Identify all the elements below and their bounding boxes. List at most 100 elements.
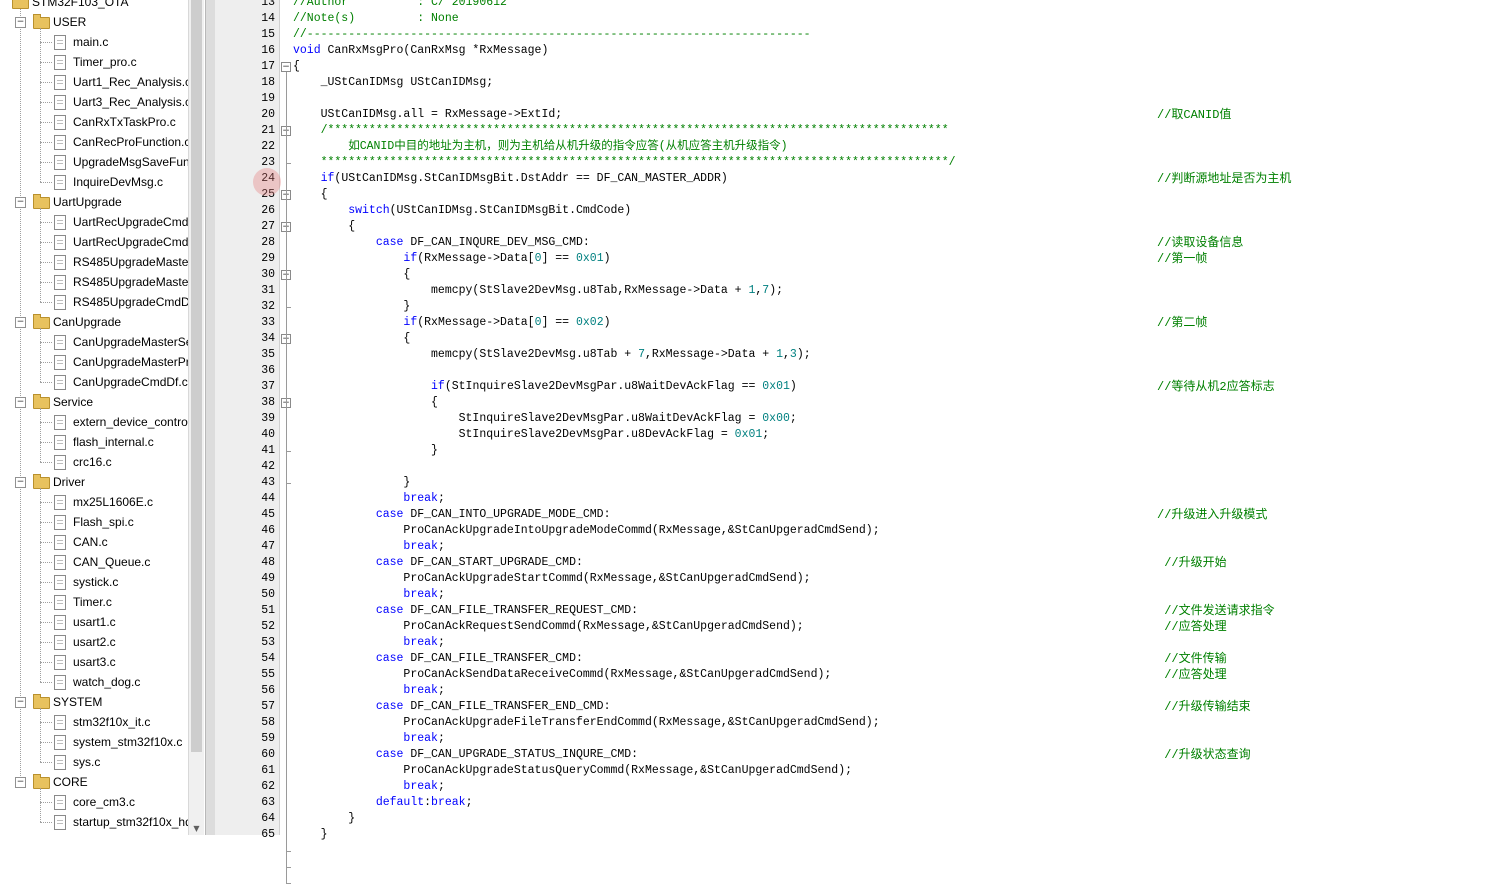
collapse-toggle-icon[interactable]: −	[15, 197, 26, 208]
tree-file-item[interactable]: Uart3_Rec_Analysis.c	[0, 92, 188, 112]
code-line[interactable]: ProCanAckSendDataReceiveCommd(RxMessage,…	[293, 667, 831, 683]
tree-file-item[interactable]: mx25L1606E.c	[0, 492, 188, 512]
tree-scrollbar-thumb[interactable]	[191, 0, 202, 752]
code-line[interactable]: //Note(s) : None	[293, 11, 459, 27]
code-line[interactable]: break;	[293, 539, 444, 555]
code-line[interactable]: case DF_CAN_INTO_UPGRADE_MODE_CMD:	[293, 507, 611, 523]
code-line[interactable]: StInquireSlave2DevMsgPar.u8WaitDevAckFla…	[293, 411, 797, 427]
code-line[interactable]: if(RxMessage->Data[0] == 0x02)	[293, 315, 610, 331]
code-line[interactable]: ProCanAckUpgradeStatusQueryCommd(RxMessa…	[293, 763, 852, 779]
tree-file-item[interactable]: systick.c	[0, 572, 188, 592]
tree-file-item[interactable]: RS485UpgradeMasterl	[0, 272, 188, 292]
tree-group-user[interactable]: − USER	[0, 12, 188, 32]
code-line[interactable]: {	[293, 267, 410, 283]
collapse-toggle-icon[interactable]: −	[15, 17, 26, 28]
collapse-toggle-icon[interactable]: −	[15, 477, 26, 488]
code-line[interactable]: {	[293, 59, 300, 75]
code-line[interactable]: memcpy(StSlave2DevMsg.u8Tab + 7,RxMessag…	[293, 347, 811, 363]
code-line[interactable]: break;	[293, 779, 444, 795]
tree-file-item[interactable]: CanRecProFunction.c	[0, 132, 188, 152]
code-line[interactable]: }	[293, 827, 328, 843]
tree-file-item[interactable]: watch_dog.c	[0, 672, 188, 692]
tree-file-item[interactable]: UartRecUpgradeCmdl	[0, 212, 188, 232]
tree-file-item[interactable]: sys.c	[0, 752, 188, 772]
collapse-toggle-icon[interactable]: −	[15, 697, 26, 708]
tree-file-item[interactable]: CAN_Queue.c	[0, 552, 188, 572]
tree-file-item[interactable]: UpgradeMsgSaveFun	[0, 152, 188, 172]
tree-file-item[interactable]: crc16.c	[0, 452, 188, 472]
code-line[interactable]: {	[293, 219, 355, 235]
code-editor[interactable]: 13 14 15 16 17 18 19 20 21 22 23 24 25 26 27 28 29 30 31 32…	[215, 0, 1512, 884]
tree-file-item[interactable]: flash_internal.c	[0, 432, 188, 452]
code-line[interactable]: break;	[293, 731, 444, 747]
code-line[interactable]: void CanRxMsgPro(CanRxMsg *RxMessage)	[293, 43, 548, 59]
tree-group-uartupgrade[interactable]: − UartUpgrade	[0, 192, 188, 212]
tree-file-item[interactable]: core_cm3.c	[0, 792, 188, 812]
code-line[interactable]: UStCanIDMsg.all = RxMessage->ExtId;	[293, 107, 563, 123]
collapse-toggle-icon[interactable]: −	[15, 777, 26, 788]
collapse-toggle-icon[interactable]: −	[15, 397, 26, 408]
tree-file-item[interactable]: usart3.c	[0, 652, 188, 672]
tree-file-item[interactable]: CanUpgradeMasterPr	[0, 352, 188, 372]
tree-file-item[interactable]: system_stm32f10x.c	[0, 732, 188, 752]
tree-group-service[interactable]: − Service	[0, 392, 188, 412]
code-line[interactable]: ****************************************…	[293, 155, 956, 171]
code-line[interactable]: break;	[293, 683, 444, 699]
collapse-toggle-icon[interactable]: −	[15, 317, 26, 328]
code-line[interactable]: case DF_CAN_FILE_TRANSFER_CMD:	[293, 651, 583, 667]
tree-group-canupgrade[interactable]: − CanUpgrade	[0, 312, 188, 332]
tree-file-item[interactable]: CanRxTxTaskPro.c	[0, 112, 188, 132]
code-line[interactable]: if(RxMessage->Data[0] == 0x01)	[293, 251, 610, 267]
code-line[interactable]: {	[293, 187, 328, 203]
tree-file-item[interactable]: Timer.c	[0, 592, 188, 612]
tree-file-item[interactable]: RS485UpgradeCmdDf	[0, 292, 188, 312]
code-line[interactable]: }	[293, 443, 438, 459]
tree-file-item[interactable]: CanUpgradeCmdDf.c	[0, 372, 188, 392]
tree-file-item[interactable]: usart1.c	[0, 612, 188, 632]
code-line[interactable]: ProCanAckUpgradeStartCommd(RxMessage,&St…	[293, 571, 810, 587]
code-line[interactable]: if(StInquireSlave2DevMsgPar.u8WaitDevAck…	[293, 379, 797, 395]
tree-file-item[interactable]: stm32f10x_it.c	[0, 712, 188, 732]
tree-file-item[interactable]: UartRecUpgradeCmdl	[0, 232, 188, 252]
code-line[interactable]: memcpy(StSlave2DevMsg.u8Tab,RxMessage->D…	[293, 283, 783, 299]
code-line[interactable]: //--------------------------------------…	[293, 27, 811, 43]
tree-file-item[interactable]: usart2.c	[0, 632, 188, 652]
code-line[interactable]: switch(UStCanIDMsg.StCanIDMsgBit.CmdCode…	[293, 203, 631, 219]
tree-file-item[interactable]: startup_stm32f10x_hd	[0, 812, 188, 832]
code-line[interactable]: default:break;	[293, 795, 473, 811]
code-line[interactable]: ProCanAckRequestSendCommd(RxMessage,&StC…	[293, 619, 803, 635]
fold-toggle-icon[interactable]: −	[281, 62, 291, 72]
tree-file-item[interactable]: extern_device_control	[0, 412, 188, 432]
code-line[interactable]: case DF_CAN_FILE_TRANSFER_REQUEST_CMD:	[293, 603, 638, 619]
code-line[interactable]: }	[293, 299, 410, 315]
code-line[interactable]: _UStCanIDMsg UStCanIDMsg;	[293, 75, 494, 91]
tree-file-item[interactable]: main.c	[0, 32, 188, 52]
code-line[interactable]: }	[293, 811, 355, 827]
code-line[interactable]: case DF_CAN_FILE_TRANSFER_END_CMD:	[293, 699, 611, 715]
tree-file-item[interactable]: RS485UpgradeMaster	[0, 252, 188, 272]
tree-file-item[interactable]: Uart1_Rec_Analysis.c	[0, 72, 188, 92]
code-line[interactable]: //Author : C/ 20190612	[293, 0, 507, 11]
tree-file-item[interactable]: CanUpgradeMasterSe	[0, 332, 188, 352]
code-line[interactable]: ProCanAckUpgradeIntoUpgradeModeCommd(RxM…	[293, 523, 879, 539]
code-line[interactable]: if(UStCanIDMsg.StCanIDMsgBit.DstAddr == …	[293, 171, 728, 187]
code-line[interactable]: ProCanAckUpgradeFileTransferEndCommd(RxM…	[293, 715, 879, 731]
tree-group-core[interactable]: − CORE	[0, 772, 188, 792]
code-line[interactable]: break;	[293, 635, 444, 651]
code-line[interactable]: {	[293, 395, 438, 411]
tree-scrollbar[interactable]: ▼	[188, 0, 204, 835]
scroll-down-arrow-icon[interactable]: ▼	[191, 823, 202, 835]
code-line[interactable]: case DF_CAN_UPGRADE_STATUS_INQURE_CMD:	[293, 747, 638, 763]
tree-group-driver[interactable]: − Driver	[0, 472, 188, 492]
tree-file-item[interactable]: CAN.c	[0, 532, 188, 552]
code-line[interactable]: case DF_CAN_INQURE_DEV_MSG_CMD:	[293, 235, 590, 251]
code-line[interactable]: StInquireSlave2DevMsgPar.u8DevAckFlag = …	[293, 427, 770, 443]
code-line[interactable]: break;	[293, 587, 444, 603]
code-line[interactable]: break;	[293, 491, 444, 507]
code-line[interactable]: 如CANID中目的地址为主机，则为主机给从机升级的指令应答(从机应答主机升级指令…	[293, 139, 787, 155]
code-line[interactable]: }	[293, 475, 410, 491]
tree-group-system[interactable]: − SYSTEM	[0, 692, 188, 712]
tree-file-item[interactable]: Timer_pro.c	[0, 52, 188, 72]
code-line[interactable]: /***************************************…	[293, 123, 949, 139]
code-line[interactable]: case DF_CAN_START_UPGRADE_CMD:	[293, 555, 583, 571]
